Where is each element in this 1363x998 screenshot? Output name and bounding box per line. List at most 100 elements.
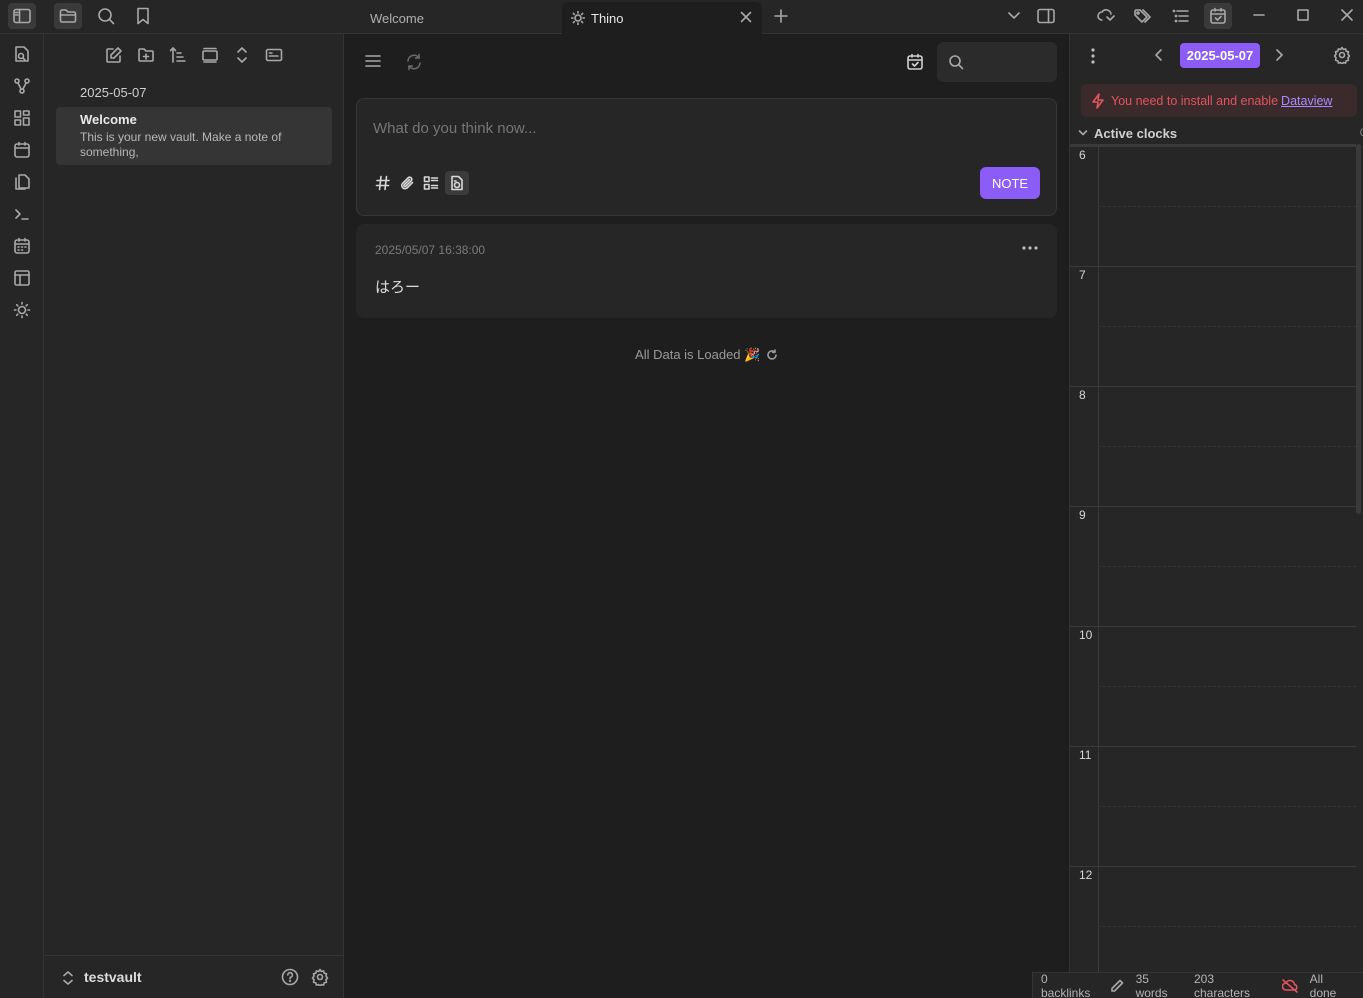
hour-label: 8 — [1079, 388, 1086, 402]
tab-welcome[interactable]: Welcome — [352, 2, 562, 34]
previous-day-chevron-icon[interactable] — [1154, 48, 1164, 62]
menu-hamburger-icon[interactable] — [364, 53, 382, 69]
help-icon[interactable] — [281, 968, 299, 986]
hour-label: 11 — [1079, 748, 1092, 762]
hour-divider — [1070, 146, 1356, 147]
sidebar-toggle-icon[interactable] — [8, 3, 36, 29]
vertical-more-icon[interactable] — [1090, 47, 1096, 65]
note-title: Welcome — [80, 112, 137, 127]
graph-view-icon[interactable] — [8, 72, 36, 100]
timeline[interactable]: 6 7 8 9 10 11 12 — [1070, 144, 1356, 998]
search-tab-icon[interactable] — [92, 3, 120, 29]
checklist-icon[interactable] — [419, 171, 443, 195]
tab-thino[interactable]: Thino — [562, 2, 762, 34]
character-count: 203 characters — [1194, 971, 1251, 998]
all-data-loaded-status: All Data is Loaded 🎉 — [344, 347, 1069, 363]
right-sidebar-day-planner: 2025-05-07 You need to install and enabl… — [1069, 34, 1363, 998]
half-hour-divider — [1098, 806, 1356, 807]
vault-name[interactable]: testvault — [84, 969, 142, 985]
half-hour-divider — [1098, 566, 1356, 567]
daily-note-calendar-icon[interactable] — [8, 136, 36, 164]
hour-label: 12 — [1079, 868, 1093, 882]
outline-list-icon[interactable] — [1167, 3, 1195, 29]
collapse-all-icon[interactable] — [229, 42, 255, 68]
timeline-hour-row[interactable]: 8 — [1070, 386, 1356, 506]
vault-bar: testvault — [44, 955, 344, 998]
note-submit-button[interactable]: NOTE — [980, 167, 1040, 199]
sync-error-icon[interactable] — [1281, 978, 1298, 993]
lightning-warning-icon — [1091, 92, 1105, 109]
memo-editor-placeholder[interactable]: What do you think now... — [373, 120, 536, 137]
half-hour-divider — [1098, 926, 1356, 927]
next-day-chevron-icon[interactable] — [1274, 48, 1284, 62]
timeline-hour-row[interactable]: 9 — [1070, 506, 1356, 626]
search-input[interactable] — [937, 42, 1057, 82]
attachment-paperclip-icon[interactable] — [395, 171, 419, 195]
status-bar: 0 backlinks 35 words 203 characters All … — [1032, 972, 1363, 998]
memo-content: はろー — [375, 279, 421, 296]
hour-divider — [1070, 266, 1356, 267]
more-options-icon[interactable] — [1018, 237, 1042, 259]
hour-divider — [1070, 506, 1356, 507]
maximize-icon[interactable] — [1281, 0, 1325, 30]
warning-text: You need to install and enable — [1111, 93, 1279, 108]
timeline-hour-row[interactable]: 6 — [1070, 146, 1356, 266]
timeline-scrollbar[interactable] — [1356, 144, 1361, 514]
hour-divider — [1070, 866, 1356, 867]
command-palette-icon[interactable] — [8, 200, 36, 228]
calendar-icon[interactable] — [8, 232, 36, 260]
memo-timestamp: 2025/05/07 16:38:00 — [375, 243, 486, 257]
dataview-link[interactable]: Dataview — [1281, 94, 1332, 108]
calendar-check-icon[interactable] — [1204, 3, 1232, 29]
new-note-icon[interactable] — [101, 42, 127, 68]
daily-calendar-icon[interactable] — [906, 53, 924, 71]
tab-label: Welcome — [370, 10, 424, 26]
canvas-grid-icon[interactable] — [8, 104, 36, 132]
new-tab-icon[interactable] — [767, 3, 795, 29]
card-view-icon[interactable] — [261, 42, 287, 68]
capture-file-icon[interactable] — [445, 171, 469, 195]
files-tab-icon[interactable] — [54, 3, 82, 29]
folder-title[interactable]: 2025-05-07 — [80, 85, 147, 100]
bookmark-tab-icon[interactable] — [129, 3, 157, 29]
title-bar: Welcome Thino — [0, 0, 1363, 34]
tab-list-chevron-icon[interactable] — [1000, 3, 1028, 29]
all-data-loaded-text: All Data is Loaded 🎉 — [635, 347, 761, 362]
word-count: 35 words — [1135, 971, 1168, 998]
thino-lightbulb-icon[interactable] — [8, 296, 36, 324]
close-tab-icon[interactable] — [740, 11, 752, 23]
memo-editor[interactable]: What do you think now... NOTE — [356, 98, 1057, 216]
sync-cloud-icon[interactable] — [1092, 3, 1120, 29]
sync-status: All done — [1309, 971, 1337, 998]
planner-settings-gear-icon[interactable] — [1333, 46, 1351, 64]
vault-switch-chevron-icon[interactable] — [62, 970, 74, 986]
edit-pencil-icon[interactable] — [1110, 979, 1124, 993]
refresh-icon[interactable] — [405, 53, 423, 71]
reload-icon[interactable] — [766, 349, 778, 361]
current-date-button[interactable]: 2025-05-07 — [1180, 43, 1260, 68]
table-layout-icon[interactable] — [8, 264, 36, 292]
hour-label: 9 — [1079, 508, 1086, 522]
half-hour-divider — [1098, 206, 1356, 207]
hashtag-icon[interactable] — [371, 171, 395, 195]
new-folder-icon[interactable] — [133, 42, 159, 68]
sort-order-icon[interactable] — [165, 42, 191, 68]
auto-reveal-icon[interactable] — [197, 42, 223, 68]
minimize-icon[interactable] — [1237, 0, 1281, 30]
half-hour-divider — [1098, 446, 1356, 447]
timeline-hour-row[interactable]: 11 — [1070, 746, 1356, 866]
tab-label: Thino — [591, 10, 624, 26]
templates-copy-icon[interactable] — [8, 168, 36, 196]
open-switcher-icon[interactable] — [8, 40, 36, 68]
thino-main: What do you think now... NOTE 2025/05/07… — [344, 34, 1069, 998]
note-item-welcome[interactable]: Welcome This is your new vault. Make a n… — [56, 107, 332, 165]
settings-gear-icon[interactable] — [311, 968, 329, 986]
backlinks-count[interactable]: 0 backlinks — [1041, 972, 1098, 998]
timeline-hour-row[interactable]: 10 — [1070, 626, 1356, 746]
right-sidebar-toggle-icon[interactable] — [1032, 3, 1060, 29]
close-window-icon[interactable] — [1325, 0, 1363, 30]
timeline-hour-row[interactable]: 12 — [1070, 866, 1356, 986]
active-clocks-header[interactable]: Active clocks 0 — [1078, 123, 1363, 143]
timeline-hour-row[interactable]: 7 — [1070, 266, 1356, 386]
tags-icon[interactable] — [1129, 3, 1157, 29]
